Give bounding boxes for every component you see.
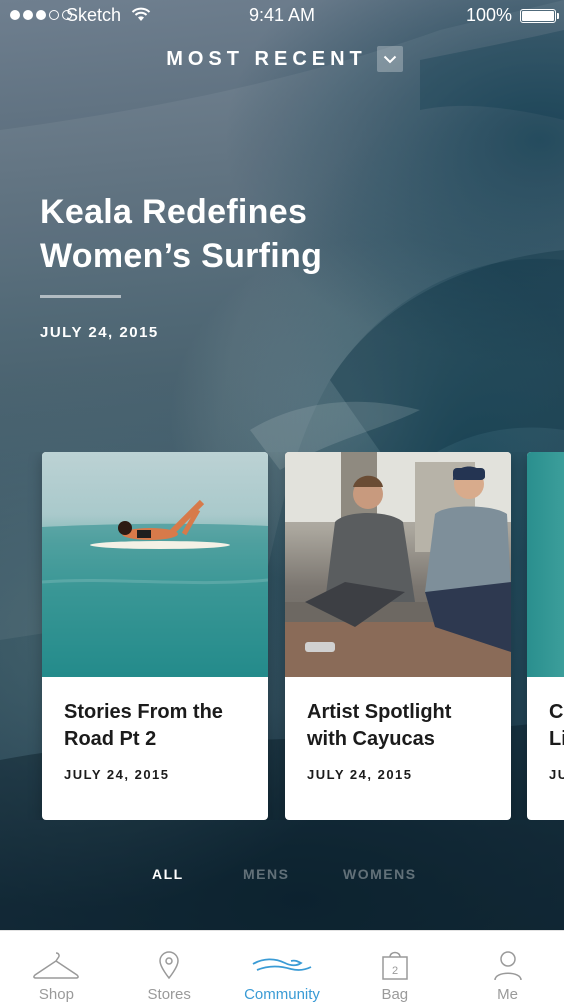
tab-bar-label: Shop [38, 986, 74, 1003]
story-card-date: JU [549, 767, 564, 782]
story-carousel[interactable]: Stories From the Road Pt 2 JULY 24, 2015 [0, 452, 564, 820]
tab-bar-item-stores[interactable]: Stores [113, 931, 226, 1003]
story-card-title-line-2: Li [549, 728, 564, 750]
filter-dropdown-button[interactable] [376, 46, 403, 72]
featured-date: JULY 24, 2015 [40, 324, 159, 341]
story-card[interactable]: Stories From the Road Pt 2 JULY 24, 2015 [42, 452, 268, 820]
featured-title-line-1: Keala Redefines [40, 193, 308, 231]
filter-header[interactable]: MOST RECENT [0, 46, 564, 72]
battery-percentage: 100% [465, 5, 512, 25]
tab-all[interactable]: ALL [152, 866, 184, 882]
featured-title-line-2: Women’s Surfing [40, 237, 323, 275]
tab-bar-label: Bag [381, 986, 409, 1003]
featured-story[interactable]: Keala Redefines Women’s Surfing JULY 24,… [40, 190, 400, 341]
story-card-title-line-1: C [549, 701, 564, 723]
story-card-title: Artist Spotlight with Cayucas [307, 699, 489, 753]
tab-bar-item-community[interactable]: Community [226, 931, 339, 1003]
story-card-date: JULY 24, 2015 [307, 767, 413, 782]
featured-divider [40, 295, 121, 298]
bottom-tab-bar: Shop Stores Community 2 Bag Me [0, 930, 564, 1003]
category-tabs: ALL MENS WOMENS [0, 866, 564, 886]
story-card-title-line-1: Artist Spotlight [307, 701, 452, 723]
story-card-title: C Li [549, 699, 564, 753]
tab-womens[interactable]: WOMENS [343, 866, 417, 882]
tab-bar-item-bag[interactable]: 2 Bag [338, 931, 451, 1003]
story-card-title-line-2: with Cayucas [307, 728, 435, 750]
filter-label[interactable]: MOST RECENT [161, 48, 367, 71]
battery-icon [520, 9, 559, 23]
tab-bar-label: Stores [147, 986, 191, 1003]
bag-count-badge: 2 [392, 965, 398, 977]
story-card[interactable]: Artist Spotlight with Cayucas JULY 24, 2… [285, 452, 511, 820]
chevron-down-icon [383, 55, 396, 63]
tab-mens[interactable]: MENS [243, 866, 289, 882]
story-card-image [527, 452, 564, 677]
location-pin-icon [159, 950, 179, 979]
person-icon [493, 950, 522, 980]
story-card-image [42, 452, 268, 677]
featured-title: Keala Redefines Women’s Surfing [40, 190, 400, 278]
tab-bar-item-me[interactable]: Me [451, 931, 564, 1003]
status-bar: Sketch 9:41 AM 100% [0, 0, 564, 30]
story-card-title: Stories From the Road Pt 2 [64, 699, 246, 753]
tab-bar-item-shop[interactable]: Shop [0, 931, 113, 1003]
story-card-image [285, 452, 511, 677]
tab-bar-label: Community [244, 986, 320, 1003]
tab-bar-label: Me [497, 986, 518, 1003]
story-card-date: JULY 24, 2015 [64, 767, 170, 782]
hanger-icon [33, 951, 80, 979]
bag-icon: 2 [382, 951, 408, 980]
story-card-title-line-1: Stories From the [64, 701, 223, 723]
story-card[interactable]: C Li JU [527, 452, 564, 820]
wave-icon [252, 957, 312, 971]
story-card-title-line-2: Road Pt 2 [64, 728, 157, 750]
